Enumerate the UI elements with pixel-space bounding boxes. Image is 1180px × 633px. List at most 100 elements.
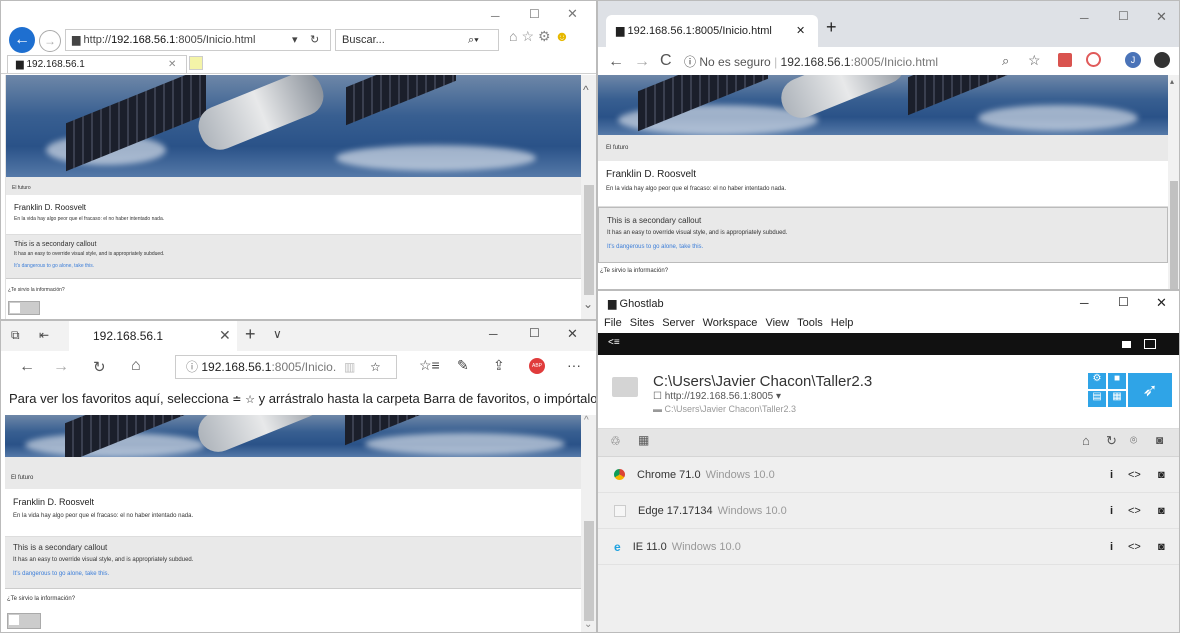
ie-tab-close-icon[interactable]: ✕ <box>168 56 176 73</box>
chrome-close-button[interactable]: ✕ <box>1156 9 1167 25</box>
notes-pen-icon[interactable]: ✎ <box>457 357 469 374</box>
camera-icon[interactable]: ◙ <box>1158 469 1165 481</box>
share-icon[interactable]: ⇪ <box>493 357 505 374</box>
ie-new-tab-button[interactable] <box>189 56 203 70</box>
feedback-toggle[interactable] <box>8 301 40 315</box>
favorite-star-icon[interactable]: ☆ <box>370 356 381 378</box>
focus-icon[interactable]: ⌾ <box>1130 433 1137 448</box>
grid-icon[interactable]: ▦ <box>638 433 649 447</box>
chrome-reload-button[interactable]: C <box>660 52 672 70</box>
edge-tab-preview-icon[interactable]: ∨ <box>273 327 282 341</box>
ie-close-button[interactable]: ✕ <box>567 6 578 22</box>
ie-dropdown-icon[interactable]: ▾ <box>292 30 298 50</box>
edge-forward-button[interactable]: → <box>53 358 69 376</box>
menu-help[interactable]: Help <box>831 317 854 333</box>
menu-view[interactable]: View <box>765 317 789 333</box>
edge-minimize-button[interactable]: ─ <box>489 327 498 341</box>
chrome-forward-button[interactable]: → <box>634 53 650 71</box>
edge-scrollbar[interactable]: ^ ⌄ <box>581 415 596 632</box>
chrome-maximize-button[interactable]: ☐ <box>1118 9 1129 23</box>
ie-back-button[interactable]: ← <box>9 27 35 53</box>
favorites-hub-icon[interactable]: ☆≡ <box>419 357 440 374</box>
inspector-tile-button[interactable]: ▤ <box>1088 391 1106 407</box>
camera-icon[interactable]: ◙ <box>1158 505 1165 517</box>
collapse-sidebar-icon[interactable]: <≡ <box>608 337 620 348</box>
callout-link[interactable]: It's dangerous to go alone, take this. <box>13 571 581 577</box>
info-icon[interactable]: i <box>1110 469 1113 481</box>
ghostlab-close-button[interactable]: ✕ <box>1156 295 1167 311</box>
smiley-icon[interactable]: ☻ <box>555 28 574 44</box>
qr-tile-button[interactable]: ▦ <box>1108 391 1126 407</box>
menu-server[interactable]: Server <box>662 317 694 333</box>
stop-tile-button[interactable]: ■ <box>1108 373 1126 389</box>
info-icon[interactable]: ⓘ <box>186 360 198 374</box>
edge-address-bar[interactable]: ⓘ 192.168.56.1:8005/Inicio. ▥ ☆ <box>175 355 397 379</box>
extension-icon[interactable] <box>1154 52 1170 68</box>
feedback-toggle[interactable] <box>7 613 41 629</box>
edge-maximize-button[interactable]: ☐ <box>529 326 540 340</box>
search-icon[interactable]: ⌕▾ <box>468 30 479 50</box>
chrome-omnibox[interactable]: ⓘ No es seguro | 192.168.56.1:8005/Inici… <box>684 51 1036 73</box>
edge-tab[interactable]: 192.168.56.1 ✕ <box>69 321 237 351</box>
zoom-icon[interactable]: ⌕ <box>1002 53 1009 69</box>
callout-link[interactable]: It's dangerous to go alone, take this. <box>14 263 581 269</box>
ie-minimize-button[interactable]: ─ <box>491 9 500 23</box>
gear-icon[interactable]: ⚙ <box>538 28 555 44</box>
menu-file[interactable]: File <box>604 317 622 333</box>
chrome-minimize-button[interactable]: ─ <box>1080 11 1089 25</box>
project-url[interactable]: ☐ http://192.168.56.1:8005 ▾ <box>653 391 781 402</box>
more-options-icon[interactable]: ··· <box>567 357 581 373</box>
code-icon[interactable]: <> <box>1128 505 1141 517</box>
client-row[interactable]: e IE 11.0 Windows 10.0 i <> ◙ <box>598 529 1179 565</box>
edge-new-tab-button[interactable]: + <box>245 324 256 345</box>
pdf-extension-icon[interactable] <box>1058 53 1072 67</box>
menu-tools[interactable]: Tools <box>797 317 823 333</box>
settings-tile-button[interactable]: ⚙ <box>1088 373 1106 389</box>
ghostlab-minimize-button[interactable]: ─ <box>1080 296 1089 310</box>
ie-refresh-icon[interactable]: ↻ <box>310 30 319 50</box>
chrome-scrollbar[interactable]: ▴ <box>1168 75 1179 289</box>
home-icon[interactable]: ⌂ <box>1082 433 1090 448</box>
favorites-star-icon[interactable]: ☆ <box>521 28 538 44</box>
info-icon[interactable]: i <box>1110 541 1113 553</box>
refresh-icon[interactable]: ↻ <box>1106 433 1117 449</box>
reading-view-icon[interactable]: ▥ <box>344 356 355 378</box>
edge-refresh-button[interactable]: ↻ <box>93 358 106 376</box>
adblock-icon[interactable]: ABP <box>529 358 545 374</box>
code-icon[interactable]: <> <box>1128 541 1141 553</box>
code-icon[interactable]: <> <box>1128 469 1141 481</box>
chrome-tab[interactable]: ▆ 192.168.56.1:8005/Inicio.html ✕ <box>606 15 818 47</box>
edge-tab-close-icon[interactable]: ✕ <box>219 327 231 344</box>
edge-tab-actions-icon[interactable]: ⧉ <box>11 328 20 343</box>
chrome-new-tab-button[interactable]: + <box>826 17 837 38</box>
ghostlab-maximize-button[interactable]: ☐ <box>1118 295 1129 309</box>
edge-home-button[interactable]: ⌂ <box>131 357 141 375</box>
bookmark-star-icon[interactable]: ☆ <box>1028 52 1041 69</box>
callout-link[interactable]: It's dangerous to go alone, take this. <box>607 244 1167 250</box>
ie-maximize-button[interactable]: ☐ <box>529 7 540 21</box>
ie-address-bar[interactable]: ▆ http://192.168.56.1:8005/Inicio.html ▾… <box>65 29 331 51</box>
ie-scrollbar[interactable]: ^ ⌄ <box>581 75 596 319</box>
edge-set-aside-icon[interactable]: ⇤ <box>39 328 49 342</box>
edge-close-button[interactable]: ✕ <box>567 326 578 342</box>
client-row[interactable]: Edge 17.17134 Windows 10.0 i <> ◙ <box>598 493 1179 529</box>
ie-search-box[interactable]: Buscar... ⌕▾ <box>335 29 499 51</box>
info-icon[interactable]: i <box>1110 505 1113 517</box>
window-icon[interactable] <box>1122 341 1131 348</box>
chrome-tab-close-icon[interactable]: ✕ <box>796 24 805 37</box>
camera-icon[interactable]: ◙ <box>1158 541 1165 553</box>
block-extension-icon[interactable] <box>1086 52 1101 67</box>
info-icon[interactable]: ⓘ <box>684 55 696 69</box>
recycle-icon[interactable]: ♲ <box>610 434 621 448</box>
ie-tab[interactable]: ▆ 192.168.56.1 ✕ <box>7 55 187 73</box>
client-row[interactable]: Chrome 71.0 Windows 10.0 i <> ◙ <box>598 457 1179 493</box>
home-icon[interactable]: ⌂ <box>509 28 521 44</box>
camera-icon[interactable]: ◙ <box>1156 433 1163 447</box>
chrome-back-button[interactable]: ← <box>608 53 624 71</box>
profile-avatar[interactable]: J <box>1125 52 1141 68</box>
panel-icon[interactable] <box>1144 339 1156 349</box>
menu-sites[interactable]: Sites <box>630 317 654 333</box>
edge-back-button[interactable]: ← <box>19 358 35 376</box>
launch-rocket-button[interactable]: ➶ <box>1128 373 1172 407</box>
ie-forward-button[interactable]: → <box>39 30 61 52</box>
